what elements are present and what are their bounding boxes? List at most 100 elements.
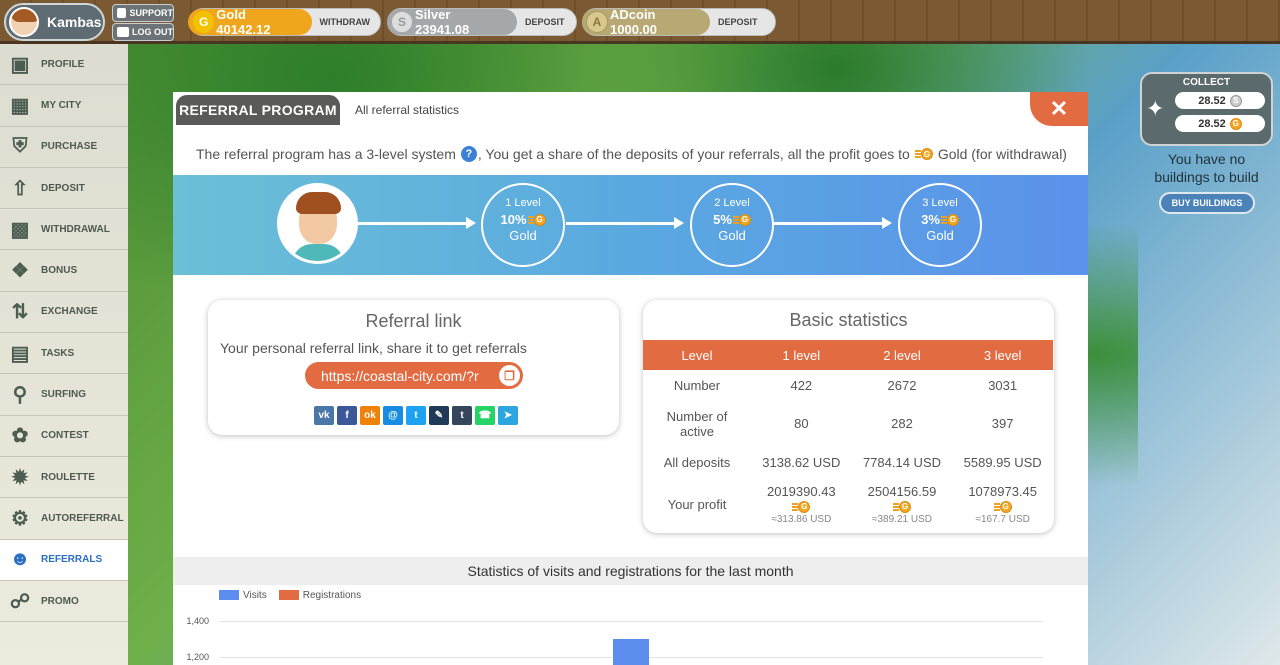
- silver-coin-icon: S: [391, 11, 413, 33]
- level-2-circle: 2 Level 5% G Gold: [690, 183, 774, 267]
- legend-label: Registrations: [302, 590, 362, 601]
- sidebar-item-label: ROULETTE: [41, 471, 95, 483]
- referral-link-card: Referral link Your personal referral lin…: [208, 300, 619, 435]
- odnoklassniki-share-icon[interactable]: ok: [360, 406, 380, 425]
- sidebar-item-exchange[interactable]: ⇅ EXCHANGE: [0, 292, 128, 334]
- sidebar-item-label: EXCHANGE: [41, 306, 98, 318]
- withdrawal-icon: ▩: [10, 218, 30, 241]
- sidebar-item-label: CONTEST: [41, 430, 89, 442]
- logout-label: LOG OUT: [132, 27, 173, 37]
- moimir-share-icon[interactable]: @: [383, 406, 403, 425]
- gold-icon: G: [993, 500, 1012, 513]
- intro-text-part2: , You get a share of the deposits of you…: [477, 146, 910, 162]
- sidebar-item-label: TASKS: [41, 347, 75, 359]
- sidebar-item-label: DEPOSIT: [41, 182, 85, 194]
- collect-silver-amount: 28.52: [1198, 94, 1226, 107]
- sidebar-item-roulette[interactable]: ✹ ROULETTE: [0, 457, 128, 499]
- avatar: [9, 7, 39, 37]
- level-percent: 5%: [713, 212, 732, 227]
- sidebar: ▣ PROFILE ▦ MY CITY ⛨ PURCHASE ⇧ DEPOSIT ▩ WI…: [0, 44, 128, 665]
- cell: 3031: [988, 378, 1018, 393]
- sidebar-item-contest[interactable]: ✿ CONTEST: [0, 416, 128, 457]
- legend-item-visits[interactable]: Visits: [219, 590, 267, 601]
- sidebar-item-label: REFERRALS: [41, 554, 103, 566]
- livejournal-share-icon[interactable]: ✎: [429, 406, 449, 425]
- fish-icon: ✦: [1146, 96, 1165, 121]
- gold-icon: G: [732, 213, 751, 226]
- row-label: Your profit: [667, 496, 727, 512]
- sidebar-item-bonus[interactable]: ❖ BONUS: [0, 250, 128, 292]
- sidebar-item-my-city[interactable]: ▦ MY CITY: [0, 85, 128, 127]
- referral-avatar: [277, 183, 358, 264]
- top-bar: Kambas SUPPORT LOG OUT G Gold 40142.12 W…: [0, 0, 1280, 44]
- sidebar-item-tasks[interactable]: ▤ TASKS: [0, 333, 128, 375]
- level-currency: Gold: [718, 228, 746, 243]
- vk-share-icon[interactable]: vk: [314, 406, 334, 425]
- close-button[interactable]: ✕: [1030, 92, 1088, 126]
- buy-buildings-button[interactable]: BUY BUILDINGS: [1159, 192, 1255, 214]
- sidebar-item-deposit[interactable]: ⇧ DEPOSIT: [0, 168, 128, 210]
- withdraw-button[interactable]: WITHDRAW: [312, 17, 381, 27]
- gold-coin-icon: G: [1229, 117, 1242, 130]
- level-title: 2 Level: [714, 197, 750, 209]
- profit-cell: 2504156.59 G ≈389.21 USD: [852, 478, 953, 530]
- profit-usd: ≈167.7 USD: [975, 513, 1030, 525]
- referral-link-url: https://coastal-city.com/?r: [321, 367, 479, 384]
- arrow-icon: [566, 217, 684, 229]
- sidebar-item-promo[interactable]: ☍ PROMO: [0, 581, 128, 623]
- profit-amount: 2504156.59: [867, 483, 937, 499]
- gold-icon: G: [914, 148, 933, 160]
- sidebar-item-purchase[interactable]: ⛨ PURCHASE: [0, 127, 128, 168]
- search-icon: ⚲: [12, 384, 28, 407]
- sidebar-item-label: AUTOREFERRAL: [41, 512, 124, 524]
- telegram-share-icon[interactable]: ➤: [498, 406, 518, 425]
- profit-usd: ≈313.86 USD: [771, 513, 832, 525]
- tab-referral-program[interactable]: REFERRAL PROGRAM: [173, 92, 343, 128]
- no-buildings-text: You have no buildings to build: [1154, 151, 1259, 185]
- sidebar-item-label: MY CITY: [41, 99, 82, 111]
- collect-gold[interactable]: 28.52 G: [1175, 115, 1265, 132]
- level-percent: 3%: [921, 212, 940, 227]
- tumblr-share-icon[interactable]: t: [452, 406, 472, 425]
- sidebar-item-withdrawal[interactable]: ▩ WITHDRAWAL: [0, 209, 128, 251]
- gold-icon: G: [892, 500, 911, 513]
- legend-label: Visits: [243, 590, 267, 601]
- intro-text: The referral program has a 3-level syste…: [196, 146, 1067, 162]
- level-3-circle: 3 Level 3% G Gold: [898, 183, 982, 267]
- profile-icon: ▣: [10, 53, 30, 76]
- sidebar-item-referrals[interactable]: ☻ REFERRALS: [0, 539, 128, 581]
- support-button[interactable]: SUPPORT: [112, 4, 174, 22]
- laurel-icon: ✿: [11, 425, 29, 448]
- whatsapp-share-icon[interactable]: ☎: [475, 406, 495, 425]
- sidebar-item-autoreferral[interactable]: ⚙ AUTOREFERRAL: [0, 498, 128, 540]
- silver-coin-icon: S: [1229, 94, 1242, 107]
- profit-cell: 2019390.43 G ≈313.86 USD: [751, 478, 852, 530]
- sidebar-item-surfing[interactable]: ⚲ SURFING: [0, 374, 128, 416]
- copy-icon[interactable]: ❐: [499, 365, 520, 386]
- sidebar-item-label: WITHDRAWAL: [41, 223, 110, 235]
- sidebar-item-profile[interactable]: ▣ PROFILE: [0, 44, 128, 86]
- adcoin-deposit-button[interactable]: DEPOSIT: [710, 17, 768, 27]
- twitter-share-icon[interactable]: t: [406, 406, 426, 425]
- help-icon[interactable]: ?: [460, 146, 477, 162]
- table-row: All deposits 3138.62 USD 7784.14 USD 558…: [643, 446, 1053, 478]
- close-icon: ✕: [1049, 96, 1069, 121]
- user-badge[interactable]: Kambas: [4, 3, 105, 41]
- profit-cell: 1078973.45 G ≈167.7 USD: [952, 478, 1053, 530]
- level-1-circle: 1 Level 10% G Gold: [481, 183, 565, 267]
- gold-icon: G: [792, 500, 811, 513]
- mail-icon: [117, 8, 127, 18]
- collect-panel: COLLECT ✦ 28.52 S 28.52 G: [1140, 72, 1273, 146]
- table-row: Number of active 80 282 397: [643, 401, 1053, 446]
- logout-button[interactable]: LOG OUT: [112, 23, 174, 41]
- facebook-share-icon[interactable]: f: [337, 406, 357, 425]
- legend-item-registrations[interactable]: Registrations: [278, 590, 362, 601]
- collect-title: COLLECT: [1182, 77, 1231, 88]
- referral-link-field[interactable]: https://coastal-city.com/?r ❐: [305, 362, 523, 389]
- tab-all-referral-statistics[interactable]: All referral statistics: [355, 103, 459, 117]
- roulette-icon: ✹: [11, 466, 29, 489]
- cell: 422: [790, 378, 813, 393]
- collect-silver[interactable]: 28.52 S: [1175, 92, 1265, 109]
- logout-icon: [117, 27, 129, 37]
- silver-deposit-button[interactable]: DEPOSIT: [517, 17, 575, 27]
